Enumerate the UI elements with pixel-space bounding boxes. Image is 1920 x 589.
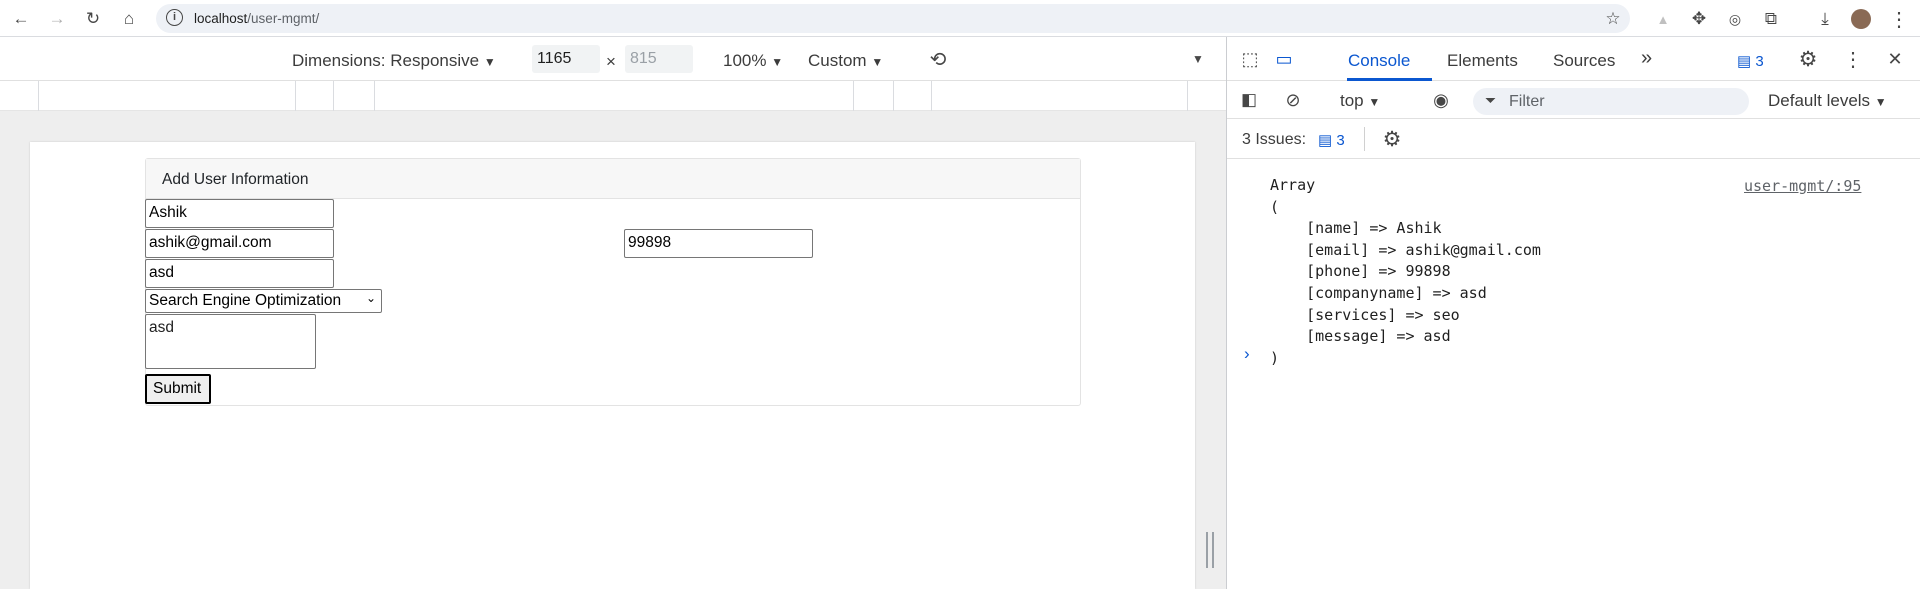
console-settings-gear-icon[interactable]: ⚙: [1379, 127, 1405, 151]
console-log-message: Array ( [name] => Ashik [email] => ashik…: [1270, 176, 1541, 367]
emulated-viewport: Add User Information Ashik ashik@gmail.c…: [30, 142, 1195, 589]
more-options-caret-icon[interactable]: ▼: [1188, 49, 1208, 69]
tab-sources[interactable]: Sources: [1553, 51, 1615, 71]
bookmark-star-icon[interactable]: ☆: [1600, 6, 1626, 32]
height-input[interactable]: 815: [625, 45, 693, 73]
divider: [1364, 127, 1365, 151]
issues-link[interactable]: ▤ 3: [1318, 131, 1345, 149]
issues-badge-count: 3: [1755, 53, 1764, 70]
home-icon[interactable]: ⌂: [116, 6, 142, 32]
dimensions-label: Dimensions: Responsive: [292, 51, 480, 70]
ruler-segment[interactable]: [931, 81, 932, 111]
ruler-segment[interactable]: [1187, 81, 1188, 111]
chrome-menu-icon[interactable]: ⋮: [1886, 6, 1912, 32]
chevron-down-icon: ⌄: [365, 291, 376, 305]
inspect-element-icon[interactable]: ⬚: [1237, 47, 1263, 71]
phone-field[interactable]: 99898: [624, 229, 813, 258]
url-host: localhost: [194, 11, 248, 26]
devtools-tabbar: ⬚ ▭ Console Elements Sources » ▤ 3 ⚙ ⋮ ✕: [1227, 37, 1920, 81]
ruler-segment[interactable]: [333, 81, 334, 111]
browser-toolbar: ← → ↻ ⌂ i localhost/user-mgmt/ ☆ ▲ ✥ ◎ ⧉…: [0, 0, 1920, 37]
console-output: Array ( [name] => Ashik [email] => ashik…: [1227, 159, 1920, 367]
ruler-segment[interactable]: [295, 81, 296, 111]
company-field[interactable]: asd: [145, 259, 334, 288]
zoom-label: 100%: [723, 51, 767, 70]
name-field[interactable]: Ashik: [145, 199, 334, 228]
log-levels-dropdown[interactable]: Default levels ▼: [1768, 91, 1887, 111]
url-path: /user-mgmt/: [247, 11, 320, 26]
address-bar[interactable]: [156, 4, 1630, 33]
device-toggle-icon[interactable]: ▭: [1271, 47, 1297, 71]
log-levels-label: Default levels: [1768, 91, 1871, 110]
rotate-icon[interactable]: ⟲: [924, 47, 952, 71]
user-form-card: Add User Information Ashik ashik@gmail.c…: [145, 158, 1081, 406]
caret-down-icon: ▼: [483, 55, 496, 69]
profile-avatar[interactable]: [1848, 6, 1874, 32]
console-toolbar: ◧ ⊘ top ▼ ◉ ⏷ Filter Default levels ▼: [1227, 81, 1920, 119]
filter-funnel-icon: ⏷: [1485, 92, 1497, 108]
extension-triangle-icon[interactable]: ▲: [1650, 6, 1676, 32]
context-dropdown[interactable]: top ▼: [1340, 91, 1380, 111]
message-textarea[interactable]: asd: [145, 314, 316, 369]
extensions-puzzle-icon[interactable]: ⧉: [1758, 6, 1784, 32]
throttle-dropdown[interactable]: Custom ▼: [808, 51, 883, 71]
ruler-segment[interactable]: [374, 81, 375, 111]
url-text[interactable]: localhost/user-mgmt/: [194, 11, 319, 26]
issues-count: 3: [1336, 132, 1345, 149]
times-sign: ×: [606, 52, 616, 71]
back-icon[interactable]: ←: [8, 6, 34, 32]
live-expression-eye-icon[interactable]: ◉: [1427, 89, 1455, 111]
throttle-label: Custom: [808, 51, 867, 70]
ruler-segment[interactable]: [853, 81, 854, 111]
sidebar-toggle-icon[interactable]: ◧: [1237, 89, 1261, 111]
card-title: Add User Information: [162, 171, 309, 188]
services-selected-value: Search Engine Optimization: [149, 292, 342, 309]
avatar: [1851, 9, 1871, 29]
reload-icon[interactable]: ↻: [80, 6, 106, 32]
media-query-ruler: [0, 81, 1226, 111]
devtools-panel: ⬚ ▭ Console Elements Sources » ▤ 3 ⚙ ⋮ ✕…: [1226, 37, 1920, 589]
submit-button[interactable]: Submit: [145, 374, 211, 404]
console-prompt-icon[interactable]: ›: [1244, 344, 1250, 364]
context-label: top: [1340, 91, 1364, 110]
device-toolbar: Dimensions: Responsive ▼ 1165 × 815 100%…: [0, 37, 1226, 81]
ruler-segment[interactable]: [893, 81, 894, 111]
width-input[interactable]: 1165: [532, 45, 600, 73]
caret-down-icon: ▼: [871, 55, 884, 69]
zoom-dropdown[interactable]: 100% ▼: [723, 51, 783, 71]
issues-bar: 3 Issues: ▤ 3 ⚙: [1227, 119, 1920, 159]
settings-gear-icon[interactable]: ⚙: [1795, 47, 1821, 71]
card-header: Add User Information: [146, 159, 1080, 199]
issues-label: 3 Issues:: [1242, 131, 1307, 148]
message-icon: ▤: [1318, 132, 1333, 149]
forward-icon[interactable]: →: [44, 6, 70, 32]
viewport-resize-handle[interactable]: [1206, 532, 1214, 568]
console-filter-input[interactable]: ⏷ Filter: [1473, 88, 1749, 115]
caret-down-icon: ▼: [1874, 95, 1887, 109]
site-info-icon[interactable]: i: [166, 9, 183, 26]
issues-badge[interactable]: ▤ 3: [1737, 52, 1764, 70]
download-icon[interactable]: ⤓: [1812, 6, 1838, 32]
ruler-segment[interactable]: [38, 81, 39, 111]
caret-down-icon: ▼: [771, 55, 784, 69]
more-tabs-icon[interactable]: »: [1641, 47, 1652, 70]
dimensions-dropdown[interactable]: Dimensions: Responsive ▼: [292, 51, 496, 71]
source-link[interactable]: user-mgmt/:95: [1744, 177, 1861, 195]
clear-console-icon[interactable]: ⊘: [1281, 89, 1305, 111]
email-field[interactable]: ashik@gmail.com: [145, 229, 334, 258]
tab-elements[interactable]: Elements: [1447, 51, 1518, 71]
extension-icon-2[interactable]: ◎: [1722, 6, 1748, 32]
devtools-menu-icon[interactable]: ⋮: [1843, 47, 1863, 71]
tab-console[interactable]: Console: [1348, 51, 1410, 71]
filter-placeholder: Filter: [1509, 93, 1545, 110]
services-select[interactable]: Search Engine Optimization ⌄: [145, 289, 382, 313]
caret-down-icon: ▼: [1368, 95, 1381, 109]
extension-icon-1[interactable]: ✥: [1686, 6, 1712, 32]
message-icon: ▤: [1737, 53, 1752, 70]
form-body: Ashik ashik@gmail.com 99898 asd Search E…: [145, 199, 1081, 449]
close-icon[interactable]: ✕: [1883, 47, 1907, 71]
